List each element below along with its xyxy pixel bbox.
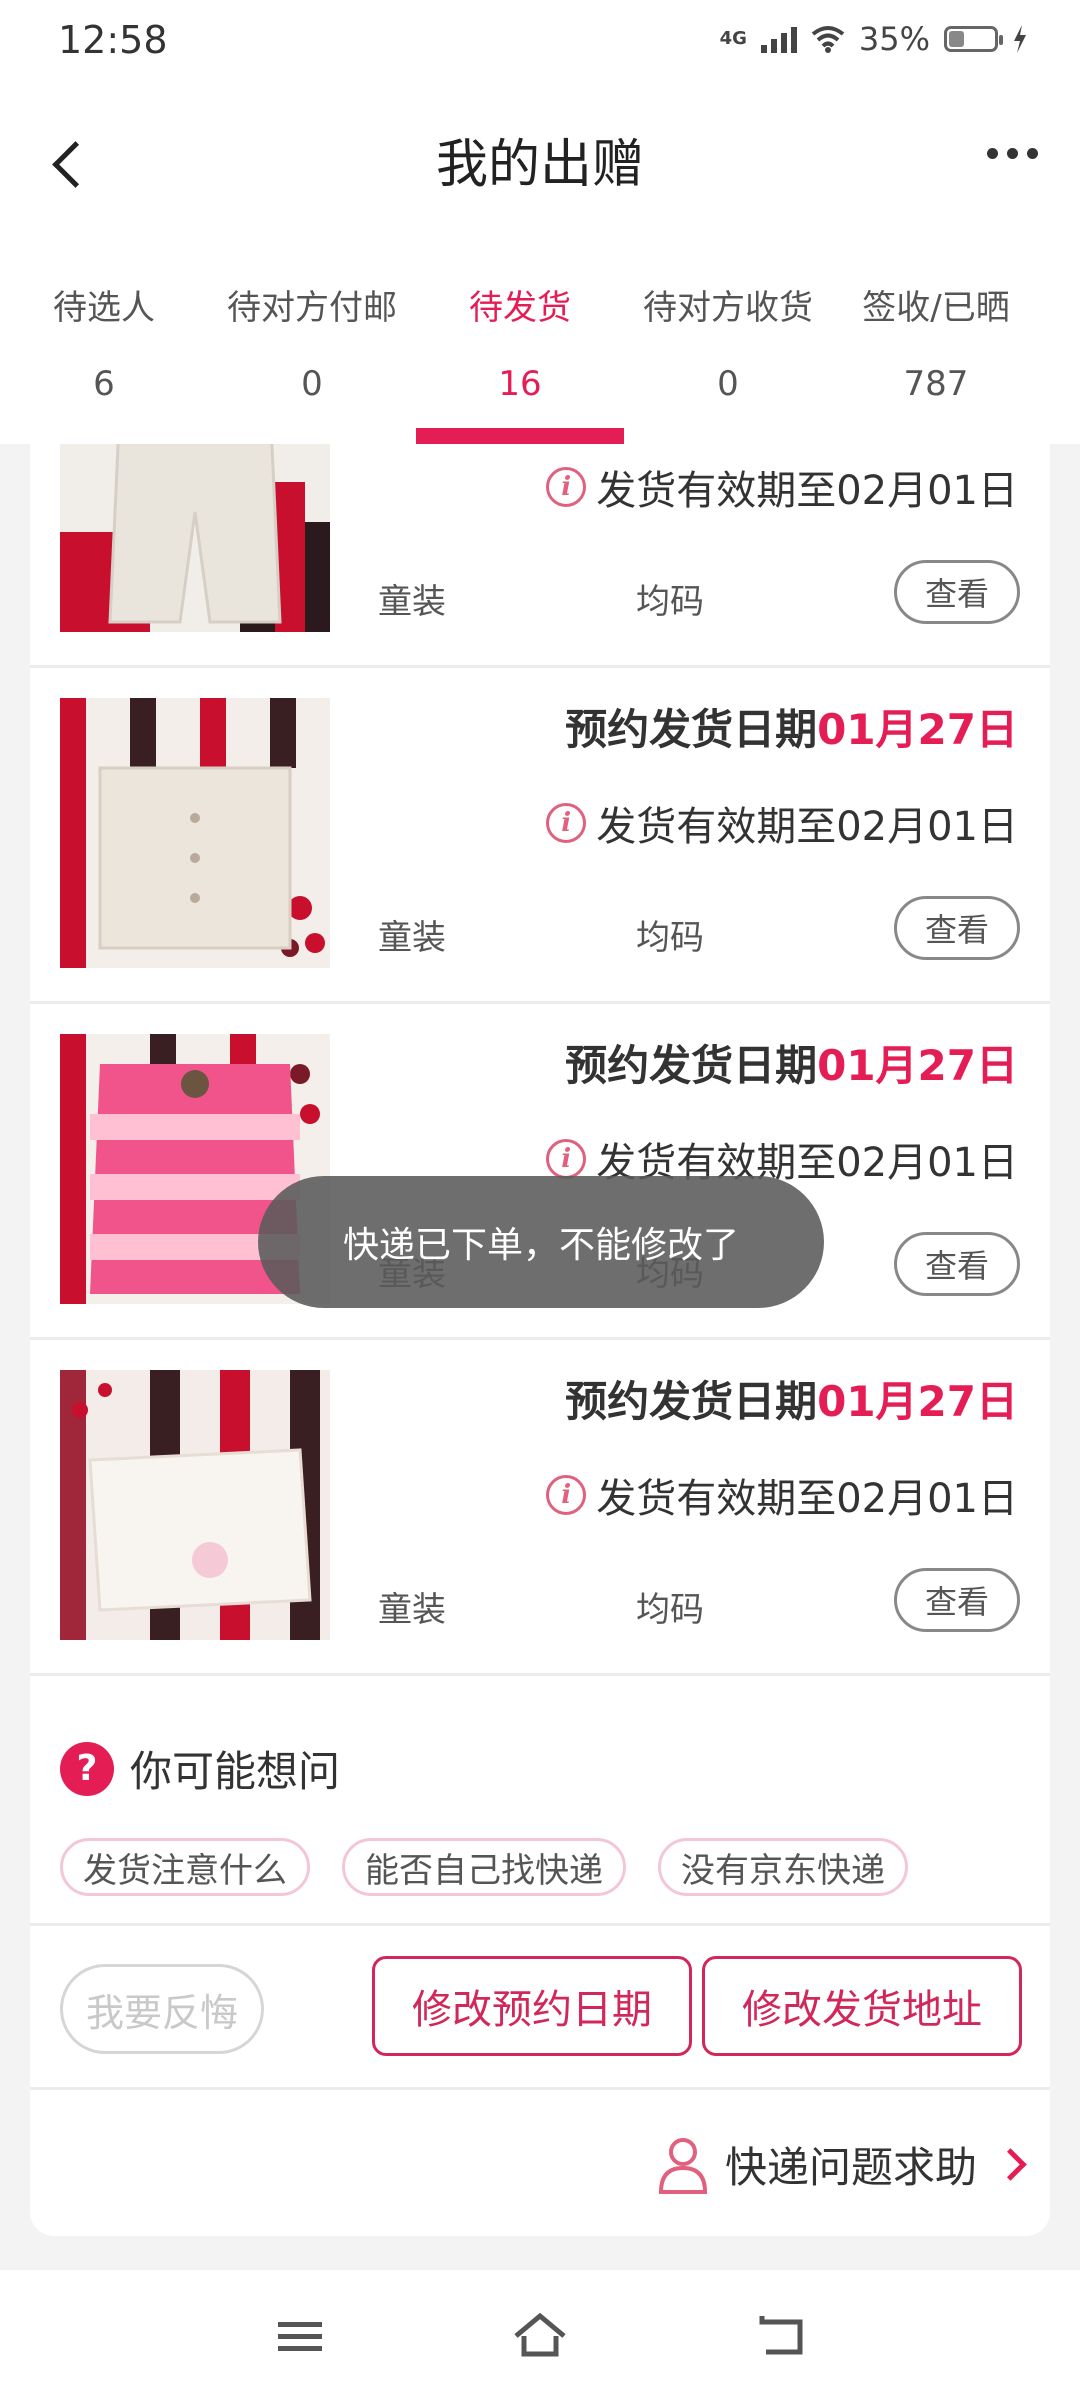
view-button[interactable]: 查看 xyxy=(894,1232,1020,1296)
validity-text: i 发货有效期至02月01日 xyxy=(546,794,1018,852)
tab-count: 787 xyxy=(903,364,969,404)
schedule-date: 预约发货日期01月27日 xyxy=(565,1041,1018,1090)
faq-chips: 发货注意什么 能否自己找快递 没有京东快递 xyxy=(60,1838,908,1896)
home-icon[interactable] xyxy=(510,2310,570,2360)
item-category: 童装 xyxy=(378,1590,446,1630)
tab-count: 16 xyxy=(498,364,542,404)
tab-label: 待对方收货 xyxy=(643,288,813,328)
tab-label: 待选人 xyxy=(53,288,155,328)
active-tab-indicator xyxy=(416,428,624,444)
tab-signed-shared[interactable]: 签收/已晒 787 xyxy=(832,244,1040,444)
person-icon xyxy=(658,2137,707,2194)
status-bar: 12:58 4G 35% xyxy=(0,0,1080,84)
status-tabs: 待选人 6 待对方付邮 0 待发货 16 待对方收货 0 签收/已晒 787 xyxy=(0,244,1080,444)
schedule-date: 预约发货日期01月27日 xyxy=(565,1377,1018,1426)
tab-count: 6 xyxy=(93,364,115,404)
item-photo xyxy=(60,1370,330,1640)
toast-message: 快递已下单，不能修改了 xyxy=(258,1176,824,1308)
info-icon: i xyxy=(546,1139,587,1179)
app-header: 我的出赠 xyxy=(0,84,1080,244)
charging-icon xyxy=(1014,25,1026,53)
item-size: 均码 xyxy=(636,1590,704,1630)
list-item[interactable]: i 发货有效期至02月01日 童装 均码 查看 xyxy=(30,444,1050,668)
tab-pending-shipment[interactable]: 待发货 16 xyxy=(416,244,624,444)
regret-button[interactable]: 我要反悔 xyxy=(60,1964,264,2054)
info-icon: i xyxy=(546,1475,587,1515)
list-item[interactable]: 预约发货日期01月27日 i 发货有效期至02月01日 童装 均码 查看 xyxy=(30,668,1050,1004)
courier-help-link[interactable]: 快递问题求助 xyxy=(657,2134,1027,2195)
action-bar: 我要反悔 修改预约日期 修改发货地址 xyxy=(30,1926,1050,2090)
faq-header: ? 你可能想问 xyxy=(60,1738,340,1799)
item-category: 童装 xyxy=(378,582,446,622)
tab-pending-postage[interactable]: 待对方付邮 0 xyxy=(208,244,416,444)
validity-text: i 发货有效期至02月01日 xyxy=(546,458,1018,516)
menu-icon[interactable] xyxy=(270,2310,330,2360)
battery-percent: 35% xyxy=(858,20,930,58)
system-nav-bar xyxy=(0,2270,1080,2400)
donation-list: i 发货有效期至02月01日 童装 均码 查看 预约发货日期01月27日 i 发… xyxy=(30,444,1050,2236)
view-button[interactable]: 查看 xyxy=(894,896,1020,960)
item-size: 均码 xyxy=(636,918,704,958)
tab-count: 0 xyxy=(301,364,323,404)
info-icon: i xyxy=(546,803,587,843)
tab-label: 待对方付邮 xyxy=(227,288,397,328)
battery-icon xyxy=(944,26,1003,52)
item-size: 均码 xyxy=(636,582,704,622)
help-label: 快递问题求助 xyxy=(724,2143,977,2192)
info-icon: i xyxy=(546,467,587,507)
wifi-icon xyxy=(811,26,845,53)
tab-label: 待发货 xyxy=(469,288,571,328)
question-icon: ? xyxy=(60,1741,114,1796)
item-photo xyxy=(60,444,330,632)
view-button[interactable]: 查看 xyxy=(894,560,1020,624)
tab-count: 0 xyxy=(717,364,739,404)
faq-chip[interactable]: 能否自己找快递 xyxy=(342,1838,626,1896)
chevron-right-icon xyxy=(994,2148,1027,2181)
status-time: 12:58 xyxy=(58,18,168,62)
tab-pending-receipt[interactable]: 待对方收货 0 xyxy=(624,244,832,444)
validity-text: i 发货有效期至02月01日 xyxy=(546,1466,1018,1524)
faq-chip[interactable]: 没有京东快递 xyxy=(658,1838,908,1896)
tab-label: 签收/已晒 xyxy=(862,288,1010,328)
signal-icon xyxy=(760,25,797,53)
item-category: 童装 xyxy=(378,918,446,958)
change-date-button[interactable]: 修改预约日期 xyxy=(372,1956,692,2056)
tab-pending-selection[interactable]: 待选人 6 xyxy=(0,244,208,444)
status-right: 4G 35% xyxy=(720,20,1028,58)
faq-chip[interactable]: 发货注意什么 xyxy=(60,1838,310,1896)
more-menu-icon[interactable] xyxy=(987,148,1038,159)
back-nav-icon[interactable] xyxy=(752,2310,812,2360)
page-title: 我的出赠 xyxy=(435,135,644,195)
view-button[interactable]: 查看 xyxy=(894,1568,1020,1632)
schedule-date: 预约发货日期01月27日 xyxy=(565,705,1018,754)
list-item[interactable]: 预约发货日期01月27日 i 发货有效期至02月01日 童装 均码 查看 xyxy=(30,1340,1050,1676)
faq-section: ? 你可能想问 发货注意什么 能否自己找快递 没有京东快递 xyxy=(30,1694,1050,1926)
network-label: 4G xyxy=(719,28,747,49)
change-address-button[interactable]: 修改发货地址 xyxy=(702,1956,1022,2056)
faq-title: 你可能想问 xyxy=(130,1747,341,1796)
item-photo xyxy=(60,698,330,968)
